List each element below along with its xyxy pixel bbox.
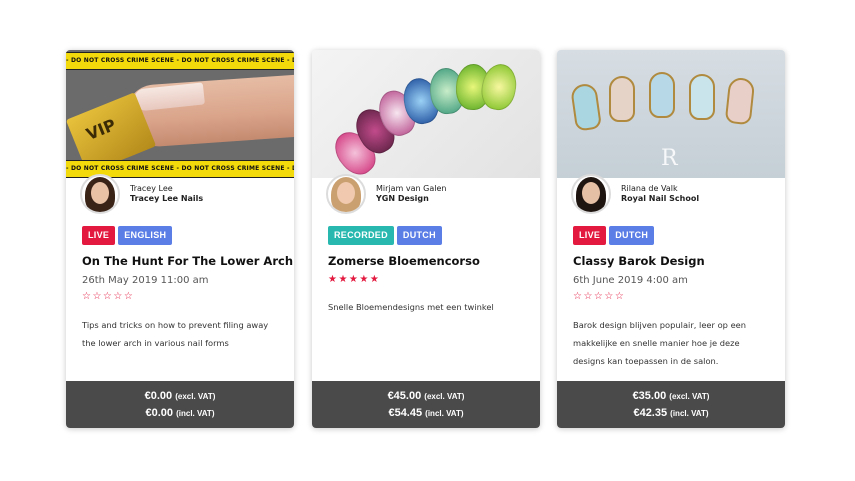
price-bar: €0.00 (excl. VAT) €0.00 (incl. VAT) [66,381,294,428]
avatar [571,174,611,214]
price-excl-vat: €0.00 (excl. VAT) [144,390,216,402]
course-card-2[interactable]: Mirjam van Galen YGN Design RECORDED DUT… [312,50,540,428]
badges: LIVE DUTCH [573,226,655,245]
course-image[interactable]: VIP - DO NOT CROSS CRIME SCENE - DO NOT … [66,50,294,178]
author-name: Rilana de Valk [621,184,678,193]
price-excl-vat: €35.00 (excl. VAT) [632,390,710,402]
price-incl-vat: €54.45 (incl. VAT) [388,407,464,419]
course-description: Barok design blijven populair, leer op e… [573,320,747,366]
rating-stars: ☆☆☆☆☆ [573,291,626,302]
author-info: Tracey Lee Tracey Lee Nails [130,184,203,204]
avatar [326,174,366,214]
recorded-badge: RECORDED [328,226,394,245]
course-description: Tips and tricks on how to prevent filing… [82,320,269,348]
author-info: Mirjam van Galen YGN Design [376,184,446,204]
course-description: Snelle Bloemendesigns met een twinkel [328,302,494,312]
course-image[interactable]: R [557,50,785,178]
rating-stars: ☆☆☆☆☆ [82,291,135,302]
language-badge: DUTCH [396,226,442,245]
author-info: Rilana de Valk Royal Nail School [621,184,699,204]
crime-scene-tape: - DO NOT CROSS CRIME SCENE - DO NOT CROS… [66,52,294,70]
language-badge: DUTCH [609,226,655,245]
live-badge: LIVE [573,226,607,245]
course-title[interactable]: Zomerse Bloemencorso [328,254,480,268]
language-badge: ENGLISH [118,226,173,245]
author-name: Mirjam van Galen [376,184,447,193]
course-card-1[interactable]: VIP - DO NOT CROSS CRIME SCENE - DO NOT … [66,50,294,428]
course-title[interactable]: Classy Barok Design [573,254,705,268]
author-company: YGN Design [376,194,429,203]
author-name: Tracey Lee [130,184,173,193]
price-incl-vat: €0.00 (incl. VAT) [145,407,215,419]
badges: LIVE ENGLISH [82,226,173,245]
course-title[interactable]: On The Hunt For The Lower Arch [82,254,293,268]
badges: RECORDED DUTCH [328,226,442,245]
price-bar: €45.00 (excl. VAT) €54.45 (incl. VAT) [312,381,540,428]
author-company: Royal Nail School [621,194,700,203]
live-badge: LIVE [82,226,116,245]
course-card-3[interactable]: R Rilana de Valk Royal Nail School LIVE … [557,50,785,428]
course-date: 26th May 2019 11:00 am [82,275,209,286]
avatar [80,174,120,214]
price-bar: €35.00 (excl. VAT) €42.35 (incl. VAT) [557,381,785,428]
brand-logo: R [661,146,678,171]
course-date: 6th June 2019 4:00 am [573,275,688,286]
price-excl-vat: €45.00 (excl. VAT) [387,390,465,402]
rating-stars: ★★★★★ [328,274,381,285]
course-image[interactable] [312,50,540,178]
price-incl-vat: €42.35 (incl. VAT) [633,407,709,419]
author-company: Tracey Lee Nails [130,194,204,203]
